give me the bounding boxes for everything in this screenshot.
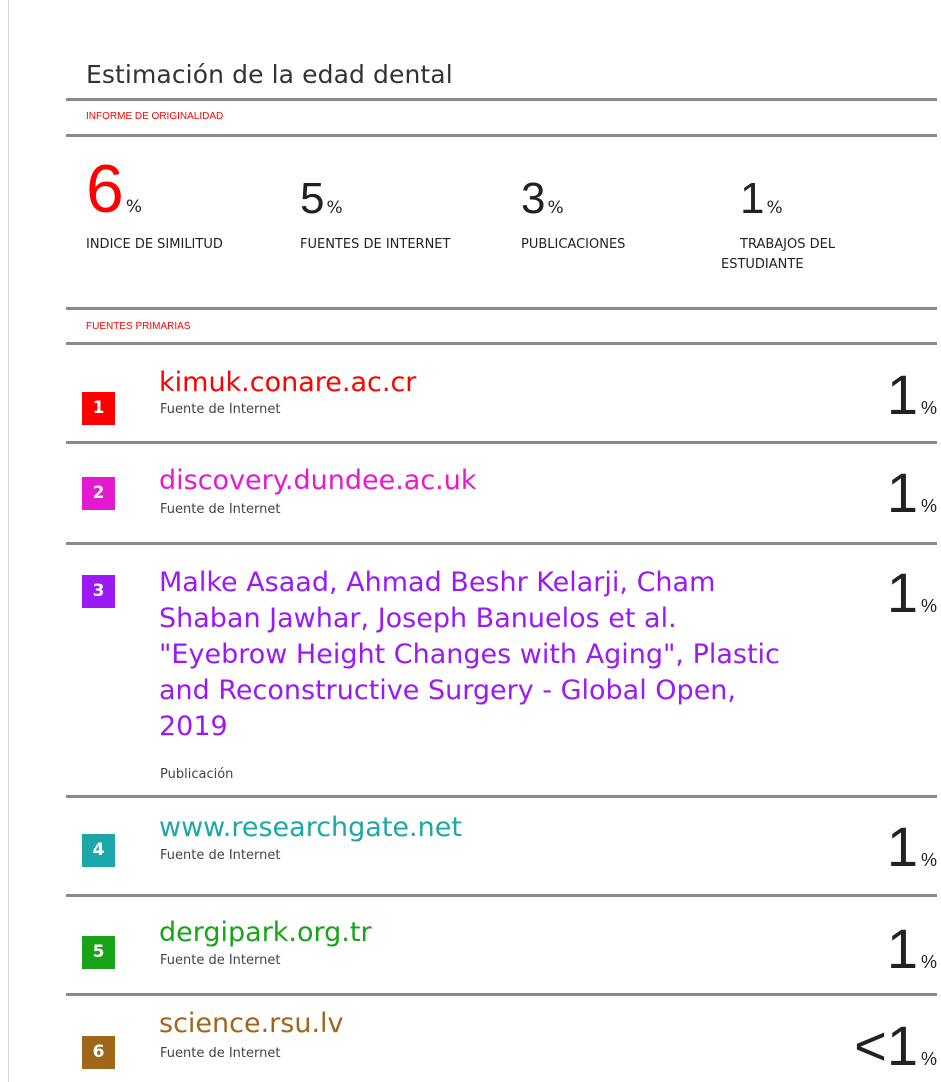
originality-divider (66, 134, 937, 137)
source-row: 5 dergipark.org.tr Fuente de Internet 1% (66, 897, 937, 993)
stat-similarity-index: 6% INDICE DE SIMILITUD (86, 155, 223, 252)
source-percent: 1% (886, 363, 937, 426)
stat-publications: 3% PUBLICACIONES (521, 174, 625, 253)
stats-divider (66, 307, 937, 310)
stat-unit: % (547, 198, 564, 218)
source-number-badge: 4 (82, 834, 115, 867)
stat-student-papers: 1% TRABAJOS DEL ESTUDIANTE (721, 174, 835, 273)
stat-label-line1: TRABAJOS DEL (740, 237, 836, 252)
title-divider (66, 98, 937, 101)
source-title[interactable]: kimuk.conare.ac.cr (159, 365, 819, 401)
source-number-badge: 6 (82, 1036, 115, 1069)
stat-label: PUBLICACIONES (521, 237, 626, 252)
source-percent: 1% (886, 561, 937, 624)
source-type: Fuente de Internet (160, 502, 281, 517)
source-number-badge: 5 (82, 936, 115, 969)
stat-value: 3 (521, 174, 546, 223)
source-percent: 1% (886, 917, 937, 980)
source-title[interactable]: dergipark.org.tr (159, 915, 819, 951)
stat-value: 1 (740, 174, 765, 223)
source-title[interactable]: Malke Asaad, Ahmad Beshr Kelarji, Cham S… (159, 565, 804, 745)
source-title[interactable]: discovery.dundee.ac.uk (159, 463, 819, 499)
source-title[interactable]: science.rsu.lv (159, 1006, 819, 1042)
source-percent: 1% (886, 815, 937, 878)
stat-unit: % (125, 197, 142, 217)
stat-unit: % (326, 198, 343, 218)
source-type: Fuente de Internet (160, 953, 281, 968)
stat-internet-sources: 5% FUENTES DE INTERNET (300, 174, 450, 253)
source-number-badge: 1 (82, 392, 115, 425)
originality-label: INFORME DE ORIGINALIDAD (86, 111, 224, 122)
source-row: 3 Malke Asaad, Ahmad Beshr Kelarji, Cham… (66, 545, 937, 795)
primary-sources-label: FUENTES PRIMARIAS (86, 321, 191, 332)
source-percent: 1% (886, 461, 937, 524)
stat-value: 5 (300, 174, 325, 223)
source-number-badge: 3 (82, 575, 115, 608)
source-percent: <1% (854, 1014, 937, 1077)
stat-label-line2: ESTUDIANTE (721, 257, 804, 272)
document-title: Estimación de la edad dental (86, 60, 453, 89)
left-margin-rule (8, 0, 9, 1082)
source-row: 4 www.researchgate.net Fuente de Interne… (66, 798, 937, 894)
stat-label: FUENTES DE INTERNET (300, 237, 451, 252)
source-type: Publicación (160, 767, 234, 782)
source-type: Fuente de Internet (160, 848, 281, 863)
stat-unit: % (766, 198, 783, 218)
stat-label: INDICE DE SIMILITUD (86, 237, 223, 252)
source-row: 2 discovery.dundee.ac.uk Fuente de Inter… (66, 444, 937, 542)
source-type: Fuente de Internet (160, 1046, 281, 1061)
source-title[interactable]: www.researchgate.net (159, 810, 819, 846)
source-row: 1 kimuk.conare.ac.cr Fuente de Internet … (66, 345, 937, 441)
source-row: 6 science.rsu.lv Fuente de Internet <1% (66, 996, 937, 1082)
stat-value: 6 (86, 151, 124, 227)
source-type: Fuente de Internet (160, 402, 281, 417)
source-number-badge: 2 (82, 477, 115, 510)
